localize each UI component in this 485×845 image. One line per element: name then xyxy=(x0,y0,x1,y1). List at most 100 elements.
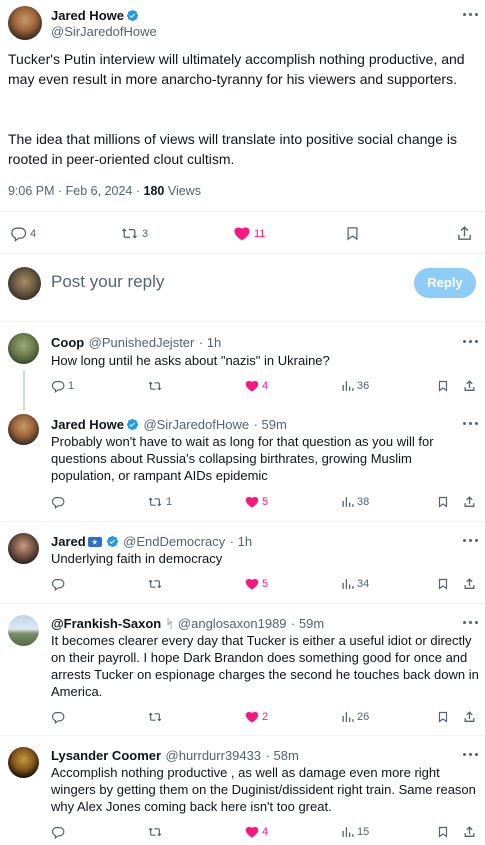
divider xyxy=(0,321,485,322)
bookmark-icon xyxy=(438,578,448,590)
reply-time[interactable]: · 1h xyxy=(230,534,252,549)
reply-text: Underlying faith in democracy xyxy=(51,551,223,566)
more-options-icon[interactable] xyxy=(461,13,481,19)
reply-avatar[interactable] xyxy=(8,747,39,778)
like-count: 4 xyxy=(262,826,269,838)
reply-icon xyxy=(51,497,65,509)
share-icon xyxy=(464,711,475,722)
retweet-action[interactable]: 1 xyxy=(147,495,172,509)
reply-author-name[interactable]: Coop xyxy=(51,335,84,350)
divider xyxy=(0,521,485,522)
analytics-icon xyxy=(342,827,354,837)
reply-action[interactable] xyxy=(51,710,68,724)
analytics-icon xyxy=(342,579,354,589)
retweet-action[interactable]: 3 xyxy=(120,225,148,242)
analytics-icon xyxy=(342,381,354,391)
views-count: 38 xyxy=(357,496,370,508)
share-action[interactable] xyxy=(463,710,476,724)
retweet-action[interactable] xyxy=(147,577,166,591)
retweet-icon xyxy=(121,228,138,239)
bookmark-action[interactable] xyxy=(345,225,360,242)
bookmark-icon xyxy=(347,227,358,241)
share-action[interactable] xyxy=(463,825,476,839)
flag-emoji-icon xyxy=(87,537,102,547)
views-action[interactable]: 36 xyxy=(341,379,369,393)
retweet-action[interactable] xyxy=(147,379,166,393)
more-options-icon[interactable] xyxy=(461,422,481,428)
reply-action[interactable] xyxy=(51,495,68,509)
share-action[interactable] xyxy=(456,225,473,242)
more-options-icon[interactable] xyxy=(461,621,481,627)
share-action[interactable] xyxy=(463,379,476,393)
bookmark-icon xyxy=(438,380,448,392)
reply-button[interactable]: Reply xyxy=(414,268,476,298)
reply-icon xyxy=(51,712,65,724)
reply-action[interactable] xyxy=(51,825,68,839)
reply-avatar[interactable] xyxy=(8,615,39,646)
reply-text: Accomplish nothing productive , as well … xyxy=(51,765,476,814)
reply-text: Probably won't have to wait as long for … xyxy=(51,434,434,483)
reply-avatar[interactable] xyxy=(8,333,39,364)
bookmark-action[interactable] xyxy=(437,825,449,839)
bookmark-action[interactable] xyxy=(437,379,449,393)
like-action[interactable]: 4 xyxy=(245,379,268,393)
author-avatar[interactable] xyxy=(8,6,42,40)
like-count: 11 xyxy=(254,227,266,240)
reply-author-name[interactable]: Lysander Coomer xyxy=(51,748,161,763)
reply-avatar[interactable] xyxy=(8,414,39,445)
reply-author-handle[interactable]: @EndDemocracy xyxy=(123,534,225,549)
reply-input[interactable]: Post your reply xyxy=(51,272,164,292)
like-action[interactable]: 5 xyxy=(245,577,268,591)
reply-count: 1 xyxy=(68,380,75,392)
reply-time[interactable]: · 59m xyxy=(291,616,324,631)
reply-avatar[interactable] xyxy=(8,533,39,564)
author-name[interactable]: Jared Howe xyxy=(51,8,124,23)
reply-action[interactable]: 1 xyxy=(51,379,74,393)
retweet-action[interactable] xyxy=(147,710,166,724)
verified-badge-icon xyxy=(126,418,139,431)
more-options-icon[interactable] xyxy=(461,753,481,759)
reply-author-handle[interactable]: @hurrdurr39433 xyxy=(166,748,262,763)
views-count: 36 xyxy=(357,380,370,392)
retweet-icon xyxy=(148,579,162,589)
retweet-icon xyxy=(148,497,162,507)
bookmark-action[interactable] xyxy=(437,710,449,724)
views-action[interactable]: 34 xyxy=(341,577,369,591)
more-options-icon[interactable] xyxy=(461,539,481,545)
like-action[interactable]: 11 xyxy=(233,225,265,242)
reply-time[interactable]: · 59m xyxy=(254,417,287,432)
views-count: 26 xyxy=(357,711,370,723)
reply-header: Jared @EndDemocracy · 1h xyxy=(51,533,252,551)
verified-badge-icon xyxy=(126,9,139,22)
more-options-icon[interactable] xyxy=(461,340,481,346)
reply-time[interactable]: · 1h xyxy=(199,335,221,350)
views-action[interactable]: 38 xyxy=(341,495,369,509)
reply-author-handle[interactable]: @PunishedJejster xyxy=(89,335,195,350)
reply-author-name[interactable]: Jared Howe xyxy=(51,417,124,432)
like-action[interactable]: 2 xyxy=(245,710,268,724)
like-action[interactable]: 5 xyxy=(245,495,268,509)
reply-action[interactable] xyxy=(51,577,68,591)
bookmark-action[interactable] xyxy=(437,495,449,509)
reply-header: @Frankish-Saxon ᛋ @anglosaxon1989 · 59m xyxy=(51,615,324,633)
reply-time[interactable]: · 58m xyxy=(266,748,299,763)
author-handle[interactable]: @SirJaredofHowe xyxy=(51,24,157,39)
heart-filled-icon xyxy=(234,227,250,241)
share-action[interactable] xyxy=(463,495,476,509)
like-action[interactable]: 4 xyxy=(245,825,268,839)
retweet-action[interactable] xyxy=(147,825,166,839)
share-action[interactable] xyxy=(463,577,476,591)
reply-author-handle[interactable]: @anglosaxon1989 xyxy=(178,616,287,631)
tweet-paragraph-2: The idea that millions of views will tra… xyxy=(8,131,457,167)
reply-author-name[interactable]: Jared xyxy=(51,534,86,549)
tweet-paragraph-1: Tucker's Putin interview will ultimately… xyxy=(8,51,465,87)
reply-author-name[interactable]: @Frankish-Saxon xyxy=(51,616,161,631)
reply-text: It becomes clearer every day that Tucker… xyxy=(51,633,479,699)
analytics-icon xyxy=(342,712,354,722)
views-action[interactable]: 15 xyxy=(341,825,369,839)
tweet-timestamp[interactable]: 9:06 PM · Feb 6, 2024 · xyxy=(8,184,144,198)
reply-author-handle[interactable]: @SirJaredofHowe xyxy=(143,417,249,432)
reply-action[interactable]: 4 xyxy=(10,225,36,242)
views-action[interactable]: 26 xyxy=(341,710,369,724)
bookmark-action[interactable] xyxy=(437,577,449,591)
